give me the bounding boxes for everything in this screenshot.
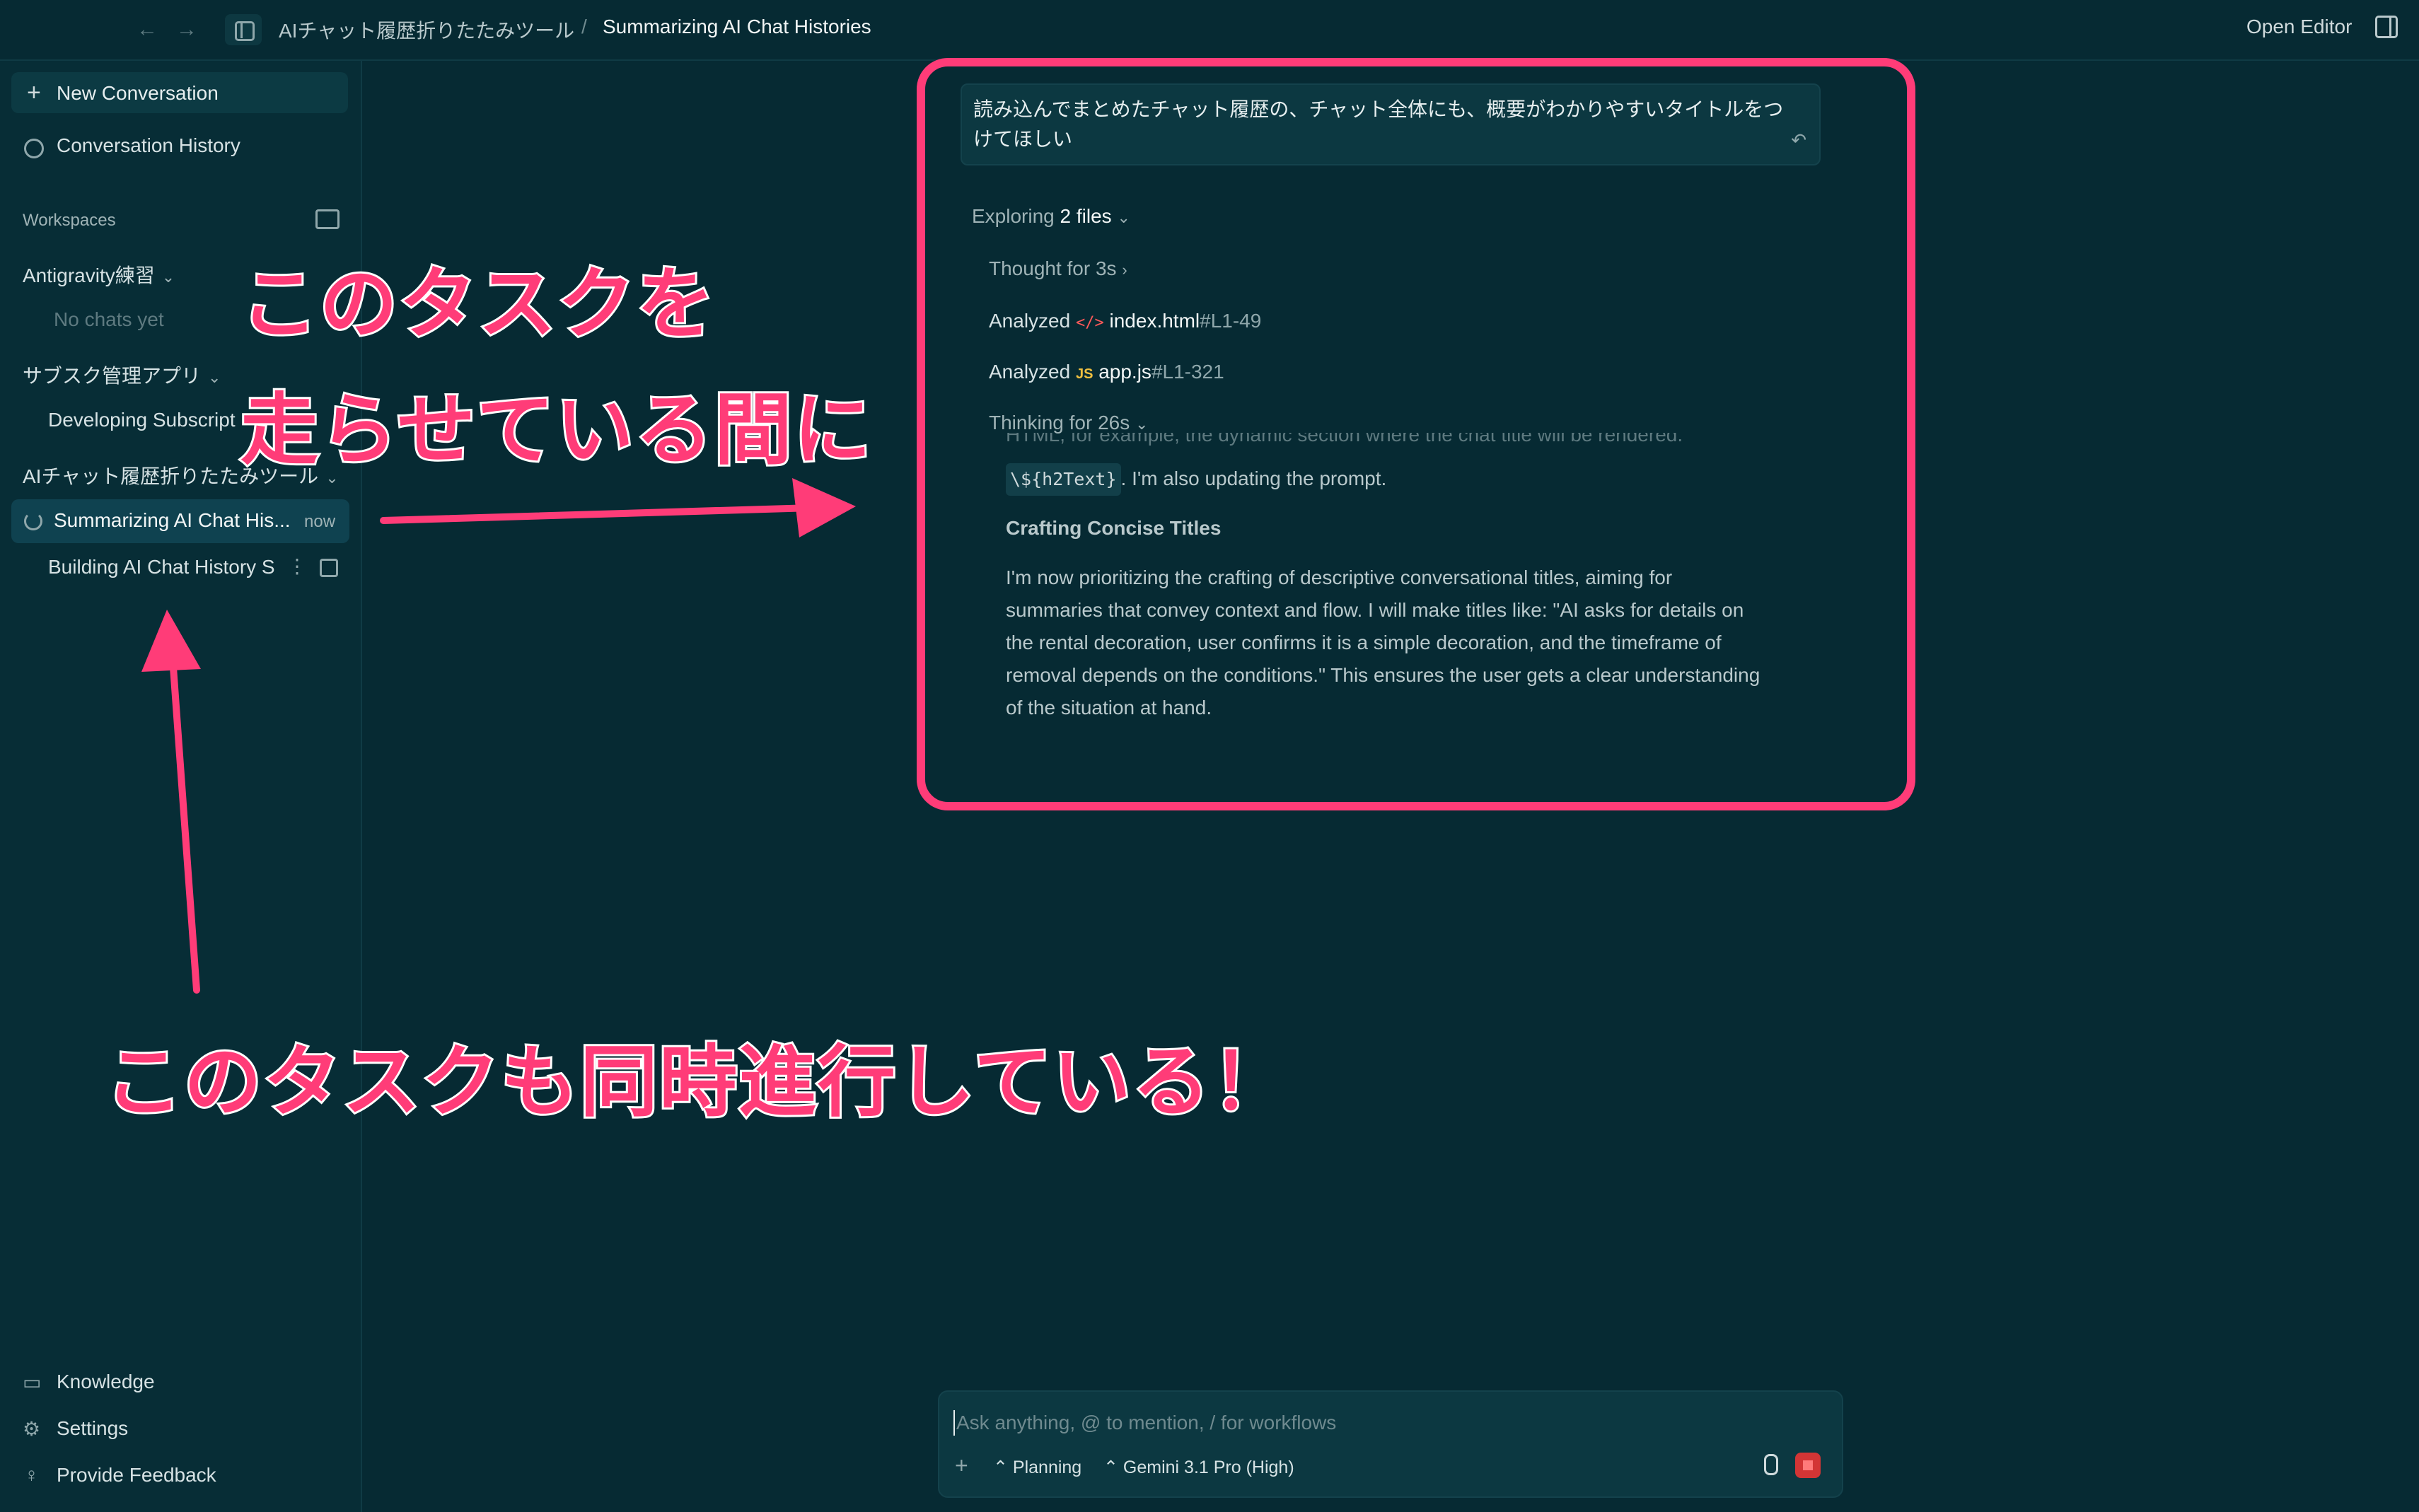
arrow-up <box>141 610 201 994</box>
annotation-arrows <box>141 478 856 994</box>
arrow-right <box>380 478 856 537</box>
